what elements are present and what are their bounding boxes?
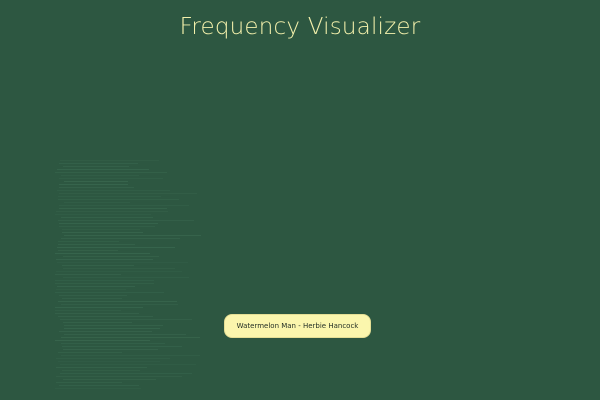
visualizer-line bbox=[63, 322, 132, 323]
visualizer-line bbox=[59, 223, 158, 224]
visualizer-line bbox=[55, 307, 143, 308]
visualizer-line bbox=[64, 181, 128, 182]
visualizer-line bbox=[55, 253, 150, 254]
visualizer-line bbox=[59, 193, 197, 194]
visualizer-line bbox=[57, 262, 188, 263]
track-play-button[interactable]: Watermelon Man - Herbie Hancock bbox=[224, 314, 371, 338]
visualizer-line bbox=[55, 313, 139, 314]
visualizer-line bbox=[55, 388, 141, 389]
visualizer-line bbox=[56, 367, 147, 368]
visualizer-line bbox=[62, 229, 140, 230]
visualizer-line bbox=[58, 361, 160, 362]
visualizer-line bbox=[56, 382, 122, 383]
visualizer-line bbox=[55, 274, 121, 275]
visualizer-line bbox=[61, 355, 200, 356]
visualizer-line bbox=[59, 226, 155, 227]
visualizer-line bbox=[59, 331, 152, 332]
visualizer-line bbox=[59, 163, 138, 164]
visualizer-line bbox=[64, 325, 163, 326]
visualizer-line bbox=[62, 298, 122, 299]
visualizer-line bbox=[58, 316, 153, 317]
visualizer-line bbox=[62, 370, 140, 371]
visualizer-line bbox=[55, 340, 150, 341]
visualizer-line bbox=[58, 250, 118, 251]
visualizer-line bbox=[60, 160, 159, 161]
visualizer-line bbox=[58, 199, 179, 200]
visualizer-line bbox=[56, 376, 182, 377]
visualizer-line bbox=[58, 196, 161, 197]
visualizer-line bbox=[55, 283, 154, 284]
visualizer-line bbox=[60, 364, 196, 365]
visualizer-line bbox=[61, 337, 200, 338]
visualizer-line bbox=[55, 214, 151, 215]
visualizer-line bbox=[60, 319, 192, 320]
visualizer-line bbox=[62, 232, 143, 233]
visualizer-line bbox=[57, 247, 175, 248]
visualizer-line bbox=[62, 265, 134, 266]
visualizer-line bbox=[56, 358, 170, 359]
visualizer-line bbox=[61, 217, 153, 218]
visualizer-line bbox=[64, 202, 130, 203]
visualizer-line bbox=[63, 268, 175, 269]
visualizer-line bbox=[56, 289, 126, 290]
visualizer-line bbox=[55, 292, 164, 293]
visualizer-line bbox=[55, 280, 154, 281]
visualizer-line bbox=[59, 205, 189, 206]
visualizer-line bbox=[56, 211, 168, 212]
visualizer-line bbox=[58, 241, 119, 242]
visualizer-line bbox=[63, 166, 129, 167]
visualizer-line bbox=[58, 352, 122, 353]
visualizer-line bbox=[63, 277, 189, 278]
visualizer-line bbox=[59, 295, 127, 296]
visualizer-line bbox=[63, 379, 156, 380]
visualizer-line bbox=[63, 349, 158, 350]
visualizer-line bbox=[64, 328, 160, 329]
visualizer-line bbox=[55, 172, 167, 173]
visualizer-line bbox=[64, 235, 201, 236]
visualizer-line bbox=[59, 187, 134, 188]
visualizer-line bbox=[59, 184, 128, 185]
visualizer-line bbox=[61, 343, 165, 344]
visualizer-line bbox=[58, 220, 194, 221]
visualizer-line bbox=[61, 238, 180, 239]
page-title: Frequency Visualizer bbox=[179, 14, 421, 40]
visualizer-line bbox=[59, 208, 167, 209]
visualizer-line bbox=[61, 175, 139, 176]
visualizer-line bbox=[58, 301, 177, 302]
visualizer-line bbox=[57, 190, 170, 191]
visualizer-line bbox=[59, 178, 163, 179]
frequency-visualizer bbox=[55, 160, 201, 390]
visualizer-line bbox=[59, 385, 139, 386]
visualizer-line bbox=[57, 286, 135, 287]
visualizer-line bbox=[56, 271, 182, 272]
visualizer-line bbox=[61, 304, 178, 305]
visualizer-line bbox=[60, 373, 192, 374]
visualizer-line bbox=[57, 169, 149, 170]
visualizer-line bbox=[58, 244, 135, 245]
visualizer-line bbox=[64, 334, 186, 335]
visualizer-line bbox=[55, 310, 121, 311]
visualizer-line bbox=[63, 256, 159, 257]
visualizer-line bbox=[56, 259, 153, 260]
visualizer-line bbox=[62, 346, 182, 347]
